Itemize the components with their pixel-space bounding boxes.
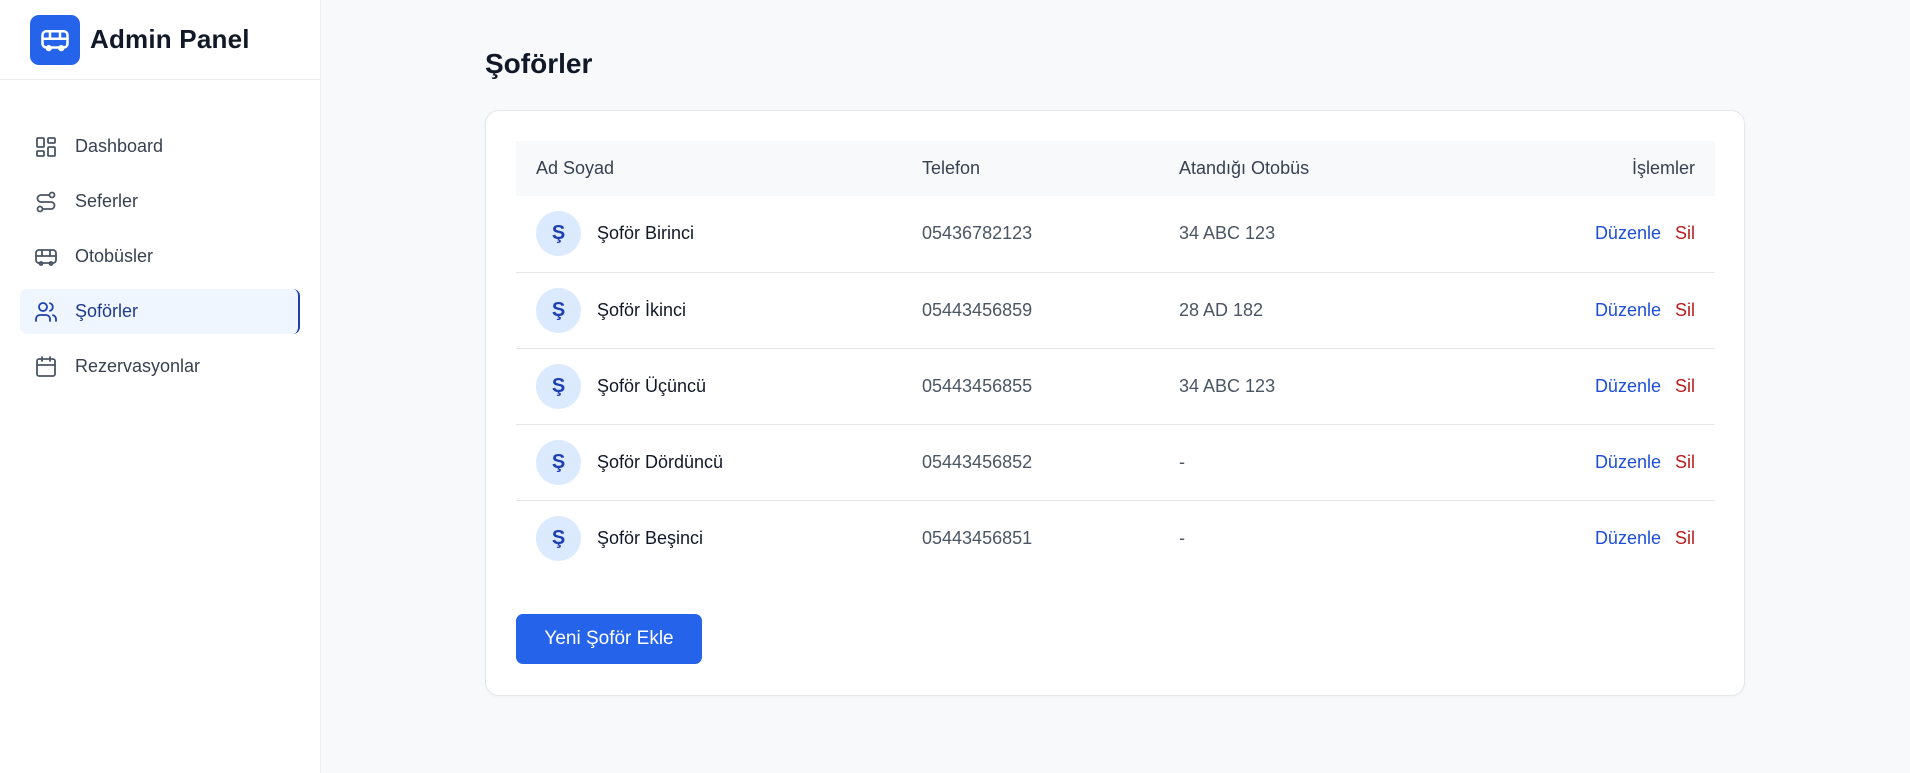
drivers-table: Ad Soyad Telefon Atandığı Otobüs İşlemle… (516, 141, 1715, 576)
table-header-row: Ad Soyad Telefon Atandığı Otobüs İşlemle… (516, 141, 1715, 196)
driver-phone: 05443456859 (922, 299, 1033, 320)
add-driver-button[interactable]: Yeni Şoför Ekle (516, 614, 702, 664)
delete-link[interactable]: Sil (1675, 223, 1695, 243)
table-row: Ş Şoför İkinci 05443456859 28 AD 182 Düz… (516, 272, 1715, 348)
route-icon (36, 191, 56, 212)
driver-name: Şoför Dördüncü (597, 451, 724, 472)
avatar: Ş (536, 439, 581, 485)
sidebar-item-otobusler[interactable]: Otobüsler (20, 234, 300, 279)
driver-name: Şoför Beşinci (597, 527, 704, 548)
driver-phone: 05443456851 (922, 527, 1033, 548)
dashboard-icon (36, 136, 56, 157)
table-row: Ş Şoför Dördüncü 05443456852 - Düzenle Si… (516, 424, 1715, 500)
column-header-name: Ad Soyad (536, 158, 615, 178)
driver-bus: 34 ABC 123 (1179, 223, 1276, 244)
page-title: Şoförler (485, 48, 593, 79)
driver-name: Şoför İkinci (597, 299, 687, 320)
edit-link[interactable]: Düzenle (1595, 223, 1661, 243)
column-header-phone: Telefon (922, 158, 981, 178)
delete-link[interactable]: Sil (1675, 300, 1695, 320)
delete-link[interactable]: Sil (1675, 376, 1695, 396)
calendar-icon (36, 355, 56, 377)
driver-bus: 34 ABC 123 (1179, 375, 1276, 396)
driver-bus: 28 AD 182 (1179, 299, 1264, 320)
main-content: Şoförler Ad Soyad Telefon Atandığı Otobü… (321, 0, 1910, 773)
bus-icon (30, 14, 80, 65)
drivers-card: Ad Soyad Telefon Atandığı Otobüs İşlemle… (485, 110, 1745, 696)
delete-link[interactable]: Sil (1675, 528, 1695, 548)
table-row: Ş Şoför Beşinci 05443456851 - Düzenle Sil (516, 500, 1715, 576)
brand-title: Admin Panel (90, 24, 250, 54)
avatar: Ş (536, 515, 581, 561)
sidebar-item-label: Seferler (75, 191, 139, 211)
users-icon (35, 301, 57, 322)
edit-link[interactable]: Düzenle (1595, 300, 1661, 320)
driver-bus: - (1179, 527, 1185, 548)
brand: Admin Panel (0, 0, 320, 80)
avatar: Ş (536, 287, 581, 333)
edit-link[interactable]: Düzenle (1595, 528, 1661, 548)
sidebar: Admin Panel Dashboard Seferler Otobüsler (0, 0, 321, 773)
avatar: Ş (536, 363, 581, 409)
sidebar-nav: Dashboard Seferler Otobüsler Şoförler Re… (0, 80, 320, 389)
column-header-actions: İşlemler (1631, 158, 1695, 178)
sidebar-item-seferler[interactable]: Seferler (20, 179, 300, 224)
driver-bus: - (1179, 451, 1185, 472)
sidebar-item-label: Dashboard (75, 136, 164, 156)
column-header-bus: Atandığı Otobüs (1179, 158, 1310, 178)
sidebar-item-label: Rezervasyonlar (75, 356, 201, 376)
sidebar-item-rezervasyonlar[interactable]: Rezervasyonlar (20, 344, 300, 389)
sidebar-item-dashboard[interactable]: Dashboard (20, 124, 300, 169)
driver-phone: 05436782123 (922, 223, 1033, 244)
driver-phone: 05443456855 (922, 375, 1033, 396)
bus-icon (35, 248, 57, 266)
table-row: Ş Şoför Birinci 05436782123 34 ABC 123 D… (516, 196, 1715, 272)
driver-phone: 05443456852 (922, 451, 1033, 472)
edit-link[interactable]: Düzenle (1595, 452, 1661, 472)
delete-link[interactable]: Sil (1675, 452, 1695, 472)
sidebar-item-soforler[interactable]: Şoförler (20, 289, 300, 334)
sidebar-item-label: Otobüsler (75, 246, 154, 266)
driver-name: Şoför Üçüncü (597, 375, 707, 396)
sidebar-item-label: Şoförler (75, 301, 139, 321)
edit-link[interactable]: Düzenle (1595, 376, 1661, 396)
table-row: Ş Şoför Üçüncü 05443456855 34 ABC 123 Dü… (516, 348, 1715, 424)
driver-name: Şoför Birinci (597, 223, 695, 244)
avatar: Ş (536, 211, 581, 257)
